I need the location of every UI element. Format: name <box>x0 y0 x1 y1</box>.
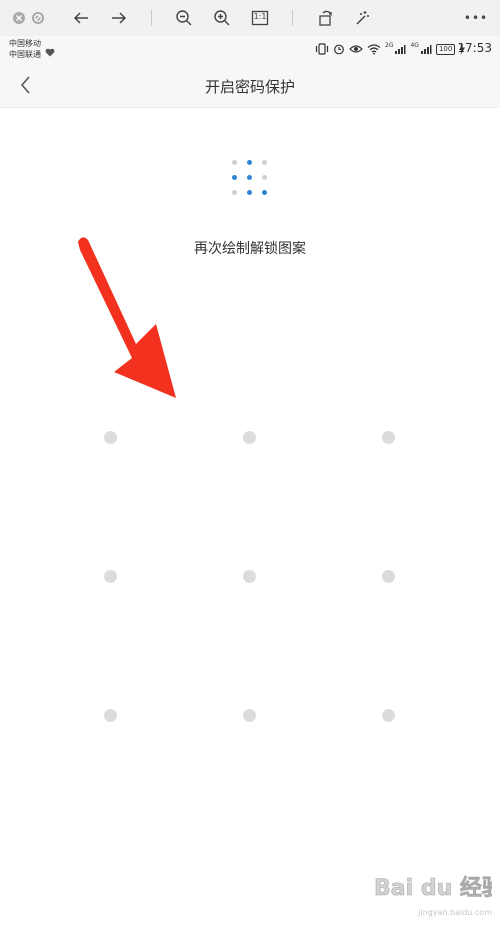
zoom-out-icon[interactable] <box>174 8 194 28</box>
toolbar-separator <box>292 10 293 26</box>
close-circle-icon[interactable] <box>9 8 29 28</box>
alarm-icon <box>334 44 344 55</box>
pattern-node-7[interactable] <box>104 709 117 722</box>
pattern-node-2[interactable] <box>243 431 256 444</box>
image-viewer-toolbar: 1:1 ••• <box>0 0 500 36</box>
carrier-2: 中国联通 <box>9 50 41 59</box>
actual-size-icon[interactable]: 1:1 <box>250 8 270 28</box>
carrier-info: 中国移动 中国联通 <box>9 38 41 60</box>
block-icon[interactable] <box>28 8 48 28</box>
heart-icon <box>45 42 55 61</box>
battery-level: 100 <box>438 44 453 53</box>
red-arrow-annotation <box>78 237 176 398</box>
pattern-node-4[interactable] <box>104 570 117 583</box>
pattern-node-5[interactable] <box>243 570 256 583</box>
pattern-node-8[interactable] <box>243 709 256 722</box>
pattern-node-1[interactable] <box>104 431 117 444</box>
watermark-text: Bai du 经验 <box>374 875 492 901</box>
more-label: ••• <box>463 11 489 25</box>
zoom-in-icon[interactable] <box>212 8 232 28</box>
preview-dot <box>232 175 237 180</box>
preview-dot <box>232 190 237 195</box>
signal-2g-label: 2G <box>385 41 394 49</box>
eye-icon <box>349 45 363 53</box>
signal-4g-label: 4G <box>410 41 419 49</box>
actual-size-label: 1:1 <box>253 12 267 21</box>
page-title: 开启密码保护 <box>204 78 295 96</box>
arrow-right-icon[interactable] <box>109 8 129 28</box>
magic-wand-icon[interactable] <box>353 8 373 28</box>
watermark-sub: jingyan.baidu.com <box>418 908 492 917</box>
preview-dot <box>247 160 252 165</box>
preview-dot <box>247 190 252 195</box>
signal-icon <box>395 45 406 54</box>
more-icon[interactable]: ••• <box>462 8 490 28</box>
arrow-left-icon[interactable] <box>71 8 91 28</box>
pattern-node-3[interactable] <box>382 431 395 444</box>
baidu-jingyan-watermark: Bai du 经验 jingyan.baidu.com <box>372 867 500 917</box>
carrier-1: 中国移动 <box>9 39 41 48</box>
baidu-logo: Bai du 经验 <box>374 875 500 902</box>
preview-dot <box>247 175 252 180</box>
app-header: 开启密码保护 <box>0 62 500 108</box>
status-time: 17:53 <box>457 41 492 55</box>
pattern-node-9[interactable] <box>382 709 395 722</box>
wifi-icon <box>367 44 381 55</box>
signal-icon <box>420 45 432 54</box>
battery-icon: 100 <box>435 43 456 55</box>
status-icons: 2G 4G 100 <box>315 41 466 56</box>
preview-dot <box>262 175 267 180</box>
preview-dot <box>232 160 237 165</box>
rotate-icon[interactable] <box>316 8 336 28</box>
vibrate-icon <box>315 43 329 55</box>
preview-dot <box>262 190 267 195</box>
pattern-preview <box>230 158 270 198</box>
toolbar-separator <box>151 10 152 26</box>
preview-dot <box>262 160 267 165</box>
pattern-node-6[interactable] <box>382 570 395 583</box>
phone-status-bar: 中国移动 中国联通 2G 4G 100 17:53 <box>0 36 500 62</box>
